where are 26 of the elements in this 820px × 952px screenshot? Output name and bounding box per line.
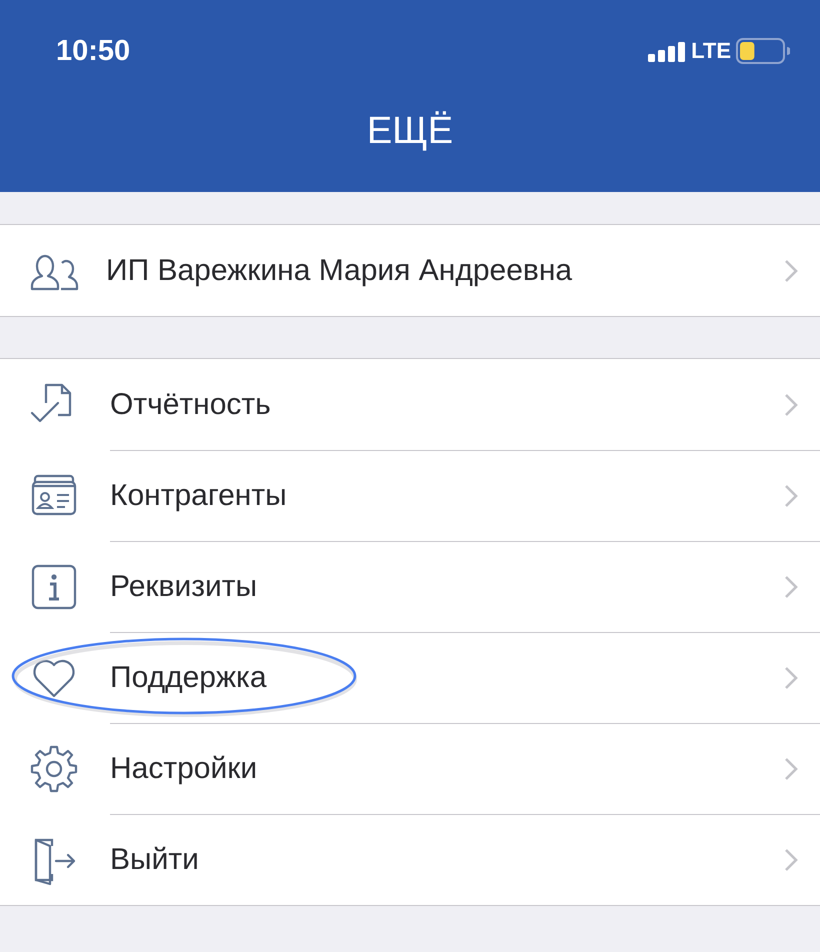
profile-row[interactable]: ИП Варежкина Мария Андреевна [0, 225, 820, 316]
menu-label: Реквизиты [110, 570, 258, 604]
chevron-icon [784, 666, 798, 690]
status-time: 10:50 [56, 34, 130, 68]
menu-label: Настройки [110, 752, 258, 786]
menu-label: Поддержка [110, 661, 268, 695]
menu-item[interactable]: Выйти [0, 814, 820, 905]
menu-label: Отчётность [110, 388, 272, 422]
signal-icon [648, 40, 686, 62]
chevron-icon [784, 392, 798, 416]
menu-label: Выйти [110, 843, 200, 877]
chevron-icon [784, 575, 798, 599]
menu-item[interactable]: Реквизиты [0, 541, 820, 632]
screen-title: ЕЩЁ [366, 110, 454, 153]
network-label: LTE [691, 38, 731, 64]
chevron-icon [784, 848, 798, 872]
menu-label: Контрагенты [110, 479, 288, 513]
battery-icon [736, 38, 790, 64]
chevron-icon [784, 757, 798, 781]
menu-item[interactable]: Настройки [0, 723, 820, 814]
menu-item[interactable]: Поддержка [0, 632, 820, 723]
chevron-icon [784, 484, 798, 508]
menu-item[interactable]: Контрагенты [0, 450, 820, 541]
profile-name: ИП Варежкина Мария Андреевна [106, 254, 574, 288]
menu-item[interactable]: Отчётность [0, 359, 820, 450]
chevron-icon [784, 258, 798, 282]
